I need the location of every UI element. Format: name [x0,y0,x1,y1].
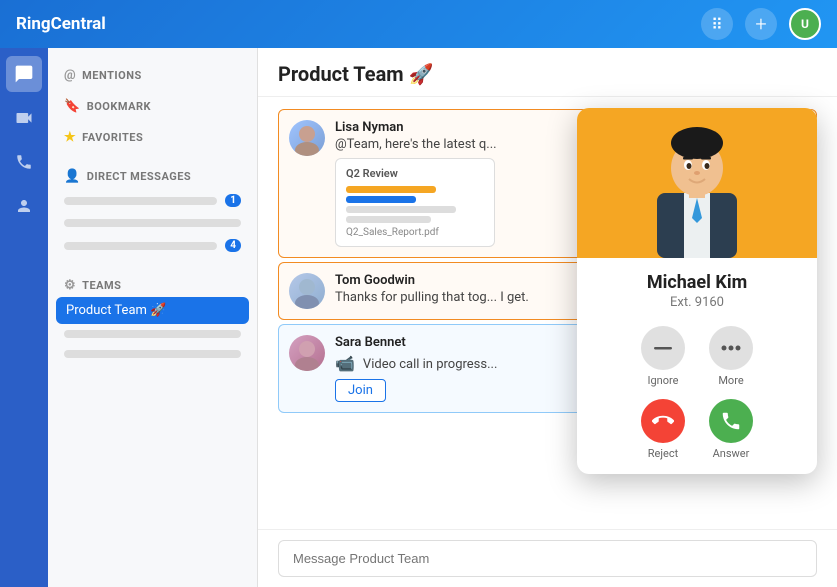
caller-photo [577,108,817,258]
sidebar-item-team2[interactable] [48,324,257,344]
chart-bar-4 [346,216,431,223]
left-sidebar: @ MENTIONS 🔖 BOOKMARK ★ FAVORITES 👤 DIRE… [48,48,258,587]
chart-card: Q2 Review Q2_Sales_Repor [335,158,495,247]
sidebar-nav-chat[interactable] [6,56,42,92]
caller-image [642,113,752,258]
join-button[interactable]: Join [335,379,386,402]
chart-bar-3 [346,206,456,213]
chart-bar-row [346,206,484,213]
icon-sidebar [0,48,48,587]
star-icon: ★ [64,130,76,145]
caller-name: Michael Kim [593,272,801,293]
grid-icon[interactable]: ⠿ [701,8,733,40]
reject-label: Reject [648,447,678,460]
avatar [289,335,325,371]
bookmark-header: 🔖 BOOKMARK [48,87,257,118]
content-header: Product Team 🚀 [258,48,837,97]
sidebar-item-team3[interactable] [48,344,257,364]
more-label: More [718,374,743,387]
dm-badge-3: 4 [225,239,241,252]
dm-item-2[interactable] [48,213,257,233]
content-area: Product Team 🚀 Lisa Nyman @Team, here's … [258,48,837,587]
logo: RingCentral [16,14,701,34]
sidebar-nav-video[interactable] [6,100,42,136]
dm-icon: 👤 [64,169,81,184]
chart-bar-row [346,196,484,203]
main-layout: @ MENTIONS 🔖 BOOKMARK ★ FAVORITES 👤 DIRE… [0,48,837,587]
bookmark-icon: 🔖 [64,99,81,114]
mentions-header: @ MENTIONS [48,56,257,87]
call-actions-row1: Ignore More [577,318,817,395]
reject-icon [641,399,685,443]
add-icon[interactable]: + [745,8,777,40]
chart-bar-2 [346,196,416,203]
direct-messages-header: 👤 DIRECT MESSAGES [48,157,257,188]
message-input[interactable] [278,540,817,577]
sidebar-nav-contacts[interactable] [6,188,42,224]
answer-button[interactable]: Answer [709,399,753,460]
avatar [289,120,325,156]
incoming-call-overlay: Michael Kim Ext. 9160 Ignore More [577,108,817,474]
reject-button[interactable]: Reject [641,399,685,460]
ignore-button[interactable]: Ignore [641,326,685,387]
mention-icon: @ [64,68,76,83]
sidebar-nav-phone[interactable] [6,144,42,180]
answer-label: Answer [713,447,750,460]
page-title: Product Team 🚀 [278,62,817,86]
message-input-area [258,529,837,587]
header-icons: ⠿ + U [701,8,821,40]
call-info: Michael Kim Ext. 9160 [577,258,817,318]
favorites-header: ★ FAVORITES [48,118,257,149]
ignore-icon [641,326,685,370]
dm-badge-1: 1 [225,194,241,207]
video-text: Video call in progress... [363,357,497,372]
dm-item-1[interactable]: 1 [48,188,257,213]
pdf-label: Q2_Sales_Report.pdf [346,227,484,238]
chart-bar-row [346,186,484,193]
video-icon: 📹 [335,354,355,373]
more-icon [709,326,753,370]
ignore-label: Ignore [648,374,679,387]
answer-icon [709,399,753,443]
call-actions-row2: Reject Answer [577,395,817,474]
product-team-label: Product Team 🚀 [66,303,166,318]
user-avatar[interactable]: U [789,8,821,40]
caller-ext: Ext. 9160 [593,295,801,310]
chart-bar-1 [346,186,436,193]
teams-header: ⚙ TEAMS [48,266,257,297]
chart-title: Q2 Review [346,167,484,180]
header: RingCentral ⠿ + U [0,0,837,48]
sidebar-item-product-team[interactable]: Product Team 🚀 [56,297,249,324]
chart-bar-row [346,216,484,223]
avatar [289,273,325,309]
teams-icon: ⚙ [64,278,76,293]
dm-item-3[interactable]: 4 [48,233,257,258]
more-button[interactable]: More [709,326,753,387]
